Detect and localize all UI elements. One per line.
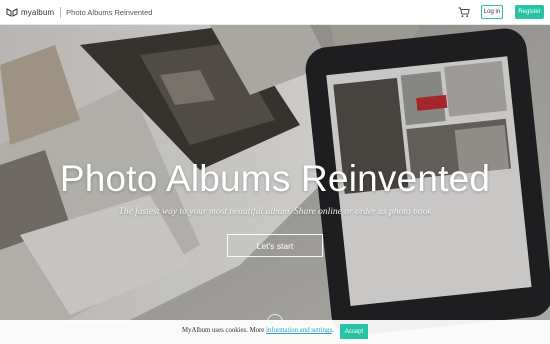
hero-subtitle: The fastest way to your most beautiful a… (118, 207, 432, 217)
myalbum-logo-icon (6, 7, 18, 17)
site-header: myalbum Photo Albums Reinvented Log in R… (0, 0, 550, 25)
header-tagline: Photo Albums Reinvented (66, 7, 153, 17)
cookie-text-suffix: . (332, 327, 334, 334)
hero-section: Photo Albums Reinvented The fastest way … (0, 25, 550, 344)
lets-start-button[interactable]: Let's start (227, 234, 323, 257)
cookie-settings-link[interactable]: information and settings (266, 327, 332, 334)
header-divider (60, 6, 62, 18)
logo-text: myalbum (21, 7, 55, 17)
cookie-notice: MyAlbum uses cookies. More information a… (182, 327, 334, 334)
shopping-cart-icon[interactable] (458, 7, 470, 18)
accept-cookies-button[interactable]: Accept (340, 324, 368, 339)
cookie-bar: MyAlbum uses cookies. More information a… (0, 320, 550, 344)
hero-title: Photo Albums Reinvented (59, 158, 491, 199)
register-button[interactable]: Register (515, 5, 544, 19)
cookie-text: MyAlbum uses cookies. More (182, 327, 267, 334)
logo[interactable]: myalbum (6, 8, 54, 17)
login-button[interactable]: Log in (481, 5, 503, 19)
